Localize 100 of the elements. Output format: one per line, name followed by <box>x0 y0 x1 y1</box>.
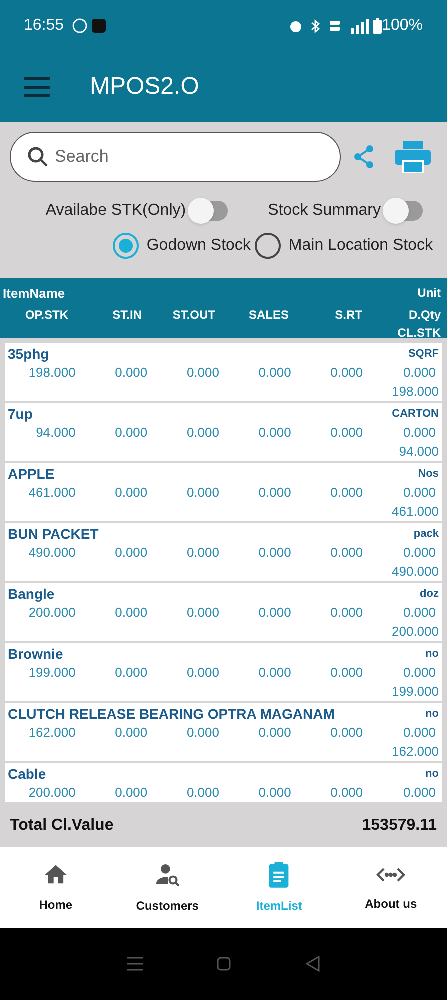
item-row[interactable]: CLUTCH RELEASE BEARING OPTRA MAGANAM no 162.000 0.000 0.000 0.000 0.000 0.000 162.000 <box>5 703 442 761</box>
back-icon[interactable] <box>306 956 320 972</box>
stock-value: 0.000 <box>258 665 292 680</box>
column-header: Unit <box>418 285 442 302</box>
signal-icon <box>349 18 370 34</box>
item-name: CLUTCH RELEASE BEARING OPTRA MAGANAM <box>8 705 335 723</box>
item-unit: pack <box>414 527 439 542</box>
radio-label: Main Location Stock <box>288 236 433 256</box>
home-button-icon[interactable] <box>217 957 232 971</box>
stock-value: 0.000 <box>186 365 220 380</box>
stock-value: 0.000 <box>330 365 364 380</box>
stock-value: 461.000 <box>28 485 76 500</box>
stock-value: 200.000 <box>28 785 76 800</box>
status-time: 16:55 <box>24 16 64 36</box>
battery-percent: 100% <box>382 16 423 36</box>
stock-value: 0.000 <box>115 605 148 620</box>
item-row[interactable]: Cable no 200.000 0.000 0.000 0.000 0.000 0.000 <box>5 763 442 802</box>
stock-value: 0.000 <box>115 425 148 440</box>
closing-stock: 94.000 <box>399 444 439 459</box>
item-unit: no <box>426 707 439 722</box>
nav-tab[interactable]: About us <box>335 847 447 928</box>
stock-value: 0.000 <box>258 725 292 740</box>
item-row[interactable]: Bangle doz 200.000 0.000 0.000 0.000 0.000 0.000 200.000 <box>5 583 442 641</box>
item-name: Bangle <box>8 585 55 603</box>
item-unit: no <box>426 647 439 662</box>
stock-value: 0.000 <box>115 545 148 560</box>
column-header: S.RT <box>335 308 362 322</box>
item-row[interactable]: APPLE Nos 461.000 0.000 0.000 0.000 0.000 0.000 461.000 <box>5 463 442 521</box>
stock-value: 0.000 <box>403 485 436 500</box>
nav-tab[interactable]: Home <box>0 847 112 928</box>
stock-value: 0.000 <box>330 485 364 500</box>
item-unit: no <box>426 767 439 782</box>
menu-button[interactable] <box>24 77 50 97</box>
stock-value: 200.000 <box>28 605 76 620</box>
search-field[interactable]: Search <box>10 132 341 182</box>
toggle-label: Stock Summary <box>268 201 381 221</box>
stock-value: 94.000 <box>36 425 76 440</box>
stock-value: 0.000 <box>186 605 220 620</box>
printer-icon[interactable] <box>395 141 431 173</box>
stock-value: 0.000 <box>186 725 220 740</box>
share-icon[interactable] <box>353 145 375 169</box>
closing-stock: 162.000 <box>392 744 439 759</box>
stock-value: 0.000 <box>115 485 148 500</box>
stock-value: 199.000 <box>28 665 76 680</box>
toggle-switch[interactable] <box>385 201 423 221</box>
column-header: OP.STK <box>25 308 68 322</box>
item-name: 35phg <box>8 345 50 363</box>
radio-button[interactable] <box>254 233 281 259</box>
stock-value: 162.000 <box>28 725 76 740</box>
closing-stock: 199.000 <box>392 684 439 699</box>
item-row[interactable]: BUN PACKET pack 490.000 0.000 0.000 0.000 0.000 0.000 490.000 <box>5 523 442 581</box>
item-unit: CARTON <box>392 407 439 422</box>
search-icon <box>26 145 50 169</box>
stock-value: 0.000 <box>115 365 148 380</box>
item-row[interactable]: 7up CARTON 94.000 0.000 0.000 0.000 0.000 0.000 94.000 <box>5 403 442 461</box>
stock-value: 0.000 <box>403 365 436 380</box>
stock-value: 0.000 <box>186 485 220 500</box>
stock-value: 0.000 <box>330 605 364 620</box>
item-unit: Nos <box>418 467 439 482</box>
closing-stock: 461.000 <box>392 504 439 519</box>
recent-apps-icon[interactable] <box>127 957 144 971</box>
item-row[interactable]: 35phg SQRF 198.000 0.000 0.000 0.000 0.000 0.000 198.000 <box>5 343 442 401</box>
stock-value: 0.000 <box>258 365 292 380</box>
stock-value: 0.000 <box>403 665 436 680</box>
column-header: ItemName <box>3 285 66 303</box>
stock-value: 0.000 <box>186 545 220 560</box>
item-row[interactable]: Brownie no 199.000 0.000 0.000 0.000 0.000 0.000 199.000 <box>5 643 442 701</box>
stock-value: 0.000 <box>115 725 148 740</box>
item-unit: SQRF <box>408 347 439 362</box>
closing-stock: 198.000 <box>392 384 439 399</box>
stock-value: 0.000 <box>258 605 292 620</box>
stock-value: 0.000 <box>403 545 436 560</box>
stock-value: 0.000 <box>115 785 148 800</box>
stock-value: 0.000 <box>258 545 292 560</box>
stock-value: 0.000 <box>403 605 436 620</box>
stock-value: 0.000 <box>258 785 292 800</box>
item-name: Brownie <box>8 645 64 663</box>
stock-value: 490.000 <box>28 545 76 560</box>
stock-value: 0.000 <box>403 425 436 440</box>
nav-tab[interactable]: Customers <box>112 847 224 928</box>
column-header: ST.IN <box>112 308 142 322</box>
stock-value: 0.000 <box>330 425 364 440</box>
item-name: 7up <box>8 405 33 423</box>
app-title: MPOS2.O <box>90 72 200 102</box>
column-header: CL.STK <box>398 326 441 340</box>
radio-button[interactable] <box>112 233 139 259</box>
stock-value: 0.000 <box>330 725 364 740</box>
column-header: D.Qty <box>408 308 441 322</box>
bluetooth-icon <box>311 18 322 34</box>
item-name: Cable <box>8 765 46 783</box>
stock-value: 0.000 <box>330 785 364 800</box>
column-header: ST.OUT <box>172 308 216 322</box>
toggle-switch[interactable] <box>190 201 228 221</box>
stock-value: 198.000 <box>28 365 76 380</box>
stock-value: 0.000 <box>186 425 220 440</box>
app-icon <box>92 19 106 33</box>
closing-stock: 200.000 <box>392 624 439 639</box>
stock-value: 0.000 <box>186 785 220 800</box>
radio-label: Godown Stock <box>146 236 251 256</box>
toggle-label: Availabe STK(Only) <box>46 201 186 221</box>
